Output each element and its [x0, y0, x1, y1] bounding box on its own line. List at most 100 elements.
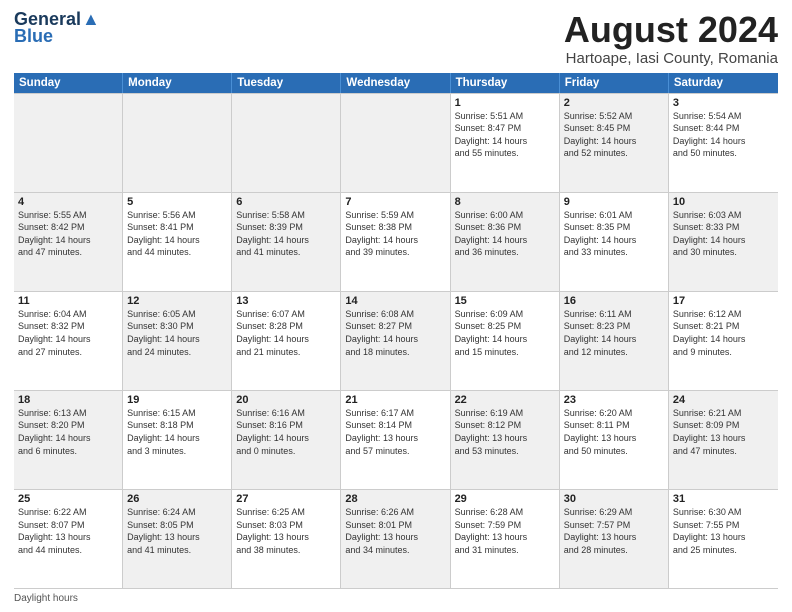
day-number: 25 [18, 493, 118, 505]
day-info: Sunrise: 5:55 AM Sunset: 8:42 PM Dayligh… [18, 209, 118, 259]
day-of-week-wednesday: Wednesday [341, 73, 450, 93]
day-info: Sunrise: 6:05 AM Sunset: 8:30 PM Dayligh… [127, 308, 227, 358]
day-number: 9 [564, 196, 664, 208]
cal-cell-16: 16Sunrise: 6:11 AM Sunset: 8:23 PM Dayli… [560, 292, 669, 390]
day-info: Sunrise: 5:56 AM Sunset: 8:41 PM Dayligh… [127, 209, 227, 259]
day-number: 4 [18, 196, 118, 208]
day-number: 20 [236, 394, 336, 406]
day-info: Sunrise: 6:13 AM Sunset: 8:20 PM Dayligh… [18, 407, 118, 457]
cal-cell-24: 24Sunrise: 6:21 AM Sunset: 8:09 PM Dayli… [669, 391, 778, 489]
day-number: 1 [455, 97, 555, 109]
cal-cell-19: 19Sunrise: 6:15 AM Sunset: 8:18 PM Dayli… [123, 391, 232, 489]
cal-cell-28: 28Sunrise: 6:26 AM Sunset: 8:01 PM Dayli… [341, 490, 450, 588]
day-info: Sunrise: 6:24 AM Sunset: 8:05 PM Dayligh… [127, 506, 227, 556]
day-info: Sunrise: 6:19 AM Sunset: 8:12 PM Dayligh… [455, 407, 555, 457]
cal-cell-empty-1 [123, 94, 232, 192]
day-number: 18 [18, 394, 118, 406]
calendar: SundayMondayTuesdayWednesdayThursdayFrid… [14, 73, 778, 589]
cal-cell-11: 11Sunrise: 6:04 AM Sunset: 8:32 PM Dayli… [14, 292, 123, 390]
day-of-week-saturday: Saturday [669, 73, 778, 93]
cal-cell-7: 7Sunrise: 5:59 AM Sunset: 8:38 PM Daylig… [341, 193, 450, 291]
day-number: 24 [673, 394, 774, 406]
day-info: Sunrise: 6:00 AM Sunset: 8:36 PM Dayligh… [455, 209, 555, 259]
cal-cell-23: 23Sunrise: 6:20 AM Sunset: 8:11 PM Dayli… [560, 391, 669, 489]
day-info: Sunrise: 6:11 AM Sunset: 8:23 PM Dayligh… [564, 308, 664, 358]
day-info: Sunrise: 6:12 AM Sunset: 8:21 PM Dayligh… [673, 308, 774, 358]
day-number: 16 [564, 295, 664, 307]
cal-cell-29: 29Sunrise: 6:28 AM Sunset: 7:59 PM Dayli… [451, 490, 560, 588]
day-info: Sunrise: 6:03 AM Sunset: 8:33 PM Dayligh… [673, 209, 774, 259]
cal-cell-empty-2 [232, 94, 341, 192]
day-info: Sunrise: 6:17 AM Sunset: 8:14 PM Dayligh… [345, 407, 445, 457]
day-number: 14 [345, 295, 445, 307]
day-number: 12 [127, 295, 227, 307]
day-of-week-sunday: Sunday [14, 73, 123, 93]
day-number: 3 [673, 97, 774, 109]
day-info: Sunrise: 5:51 AM Sunset: 8:47 PM Dayligh… [455, 110, 555, 160]
cal-cell-30: 30Sunrise: 6:29 AM Sunset: 7:57 PM Dayli… [560, 490, 669, 588]
week-row-3: 11Sunrise: 6:04 AM Sunset: 8:32 PM Dayli… [14, 292, 778, 391]
day-number: 21 [345, 394, 445, 406]
day-info: Sunrise: 5:52 AM Sunset: 8:45 PM Dayligh… [564, 110, 664, 160]
day-number: 10 [673, 196, 774, 208]
footer-note: Daylight hours [14, 593, 778, 604]
day-of-week-thursday: Thursday [451, 73, 560, 93]
cal-cell-13: 13Sunrise: 6:07 AM Sunset: 8:28 PM Dayli… [232, 292, 341, 390]
day-info: Sunrise: 6:04 AM Sunset: 8:32 PM Dayligh… [18, 308, 118, 358]
day-info: Sunrise: 6:25 AM Sunset: 8:03 PM Dayligh… [236, 506, 336, 556]
logo: General▲ Blue [14, 10, 100, 47]
day-number: 31 [673, 493, 774, 505]
logo-blue: Blue [14, 26, 53, 47]
day-of-week-tuesday: Tuesday [232, 73, 341, 93]
week-row-2: 4Sunrise: 5:55 AM Sunset: 8:42 PM Daylig… [14, 193, 778, 292]
day-info: Sunrise: 6:28 AM Sunset: 7:59 PM Dayligh… [455, 506, 555, 556]
subtitle: Hartoape, Iasi County, Romania [564, 50, 778, 67]
cal-cell-20: 20Sunrise: 6:16 AM Sunset: 8:16 PM Dayli… [232, 391, 341, 489]
cal-cell-17: 17Sunrise: 6:12 AM Sunset: 8:21 PM Dayli… [669, 292, 778, 390]
day-number: 7 [345, 196, 445, 208]
cal-cell-empty-3 [341, 94, 450, 192]
day-number: 19 [127, 394, 227, 406]
day-number: 27 [236, 493, 336, 505]
day-number: 13 [236, 295, 336, 307]
cal-cell-12: 12Sunrise: 6:05 AM Sunset: 8:30 PM Dayli… [123, 292, 232, 390]
day-info: Sunrise: 6:22 AM Sunset: 8:07 PM Dayligh… [18, 506, 118, 556]
week-row-5: 25Sunrise: 6:22 AM Sunset: 8:07 PM Dayli… [14, 490, 778, 589]
day-info: Sunrise: 6:26 AM Sunset: 8:01 PM Dayligh… [345, 506, 445, 556]
cal-cell-22: 22Sunrise: 6:19 AM Sunset: 8:12 PM Dayli… [451, 391, 560, 489]
cal-cell-31: 31Sunrise: 6:30 AM Sunset: 7:55 PM Dayli… [669, 490, 778, 588]
cal-cell-9: 9Sunrise: 6:01 AM Sunset: 8:35 PM Daylig… [560, 193, 669, 291]
day-number: 23 [564, 394, 664, 406]
cal-cell-15: 15Sunrise: 6:09 AM Sunset: 8:25 PM Dayli… [451, 292, 560, 390]
day-info: Sunrise: 6:21 AM Sunset: 8:09 PM Dayligh… [673, 407, 774, 457]
day-info: Sunrise: 5:54 AM Sunset: 8:44 PM Dayligh… [673, 110, 774, 160]
day-info: Sunrise: 6:30 AM Sunset: 7:55 PM Dayligh… [673, 506, 774, 556]
cal-cell-21: 21Sunrise: 6:17 AM Sunset: 8:14 PM Dayli… [341, 391, 450, 489]
day-info: Sunrise: 5:58 AM Sunset: 8:39 PM Dayligh… [236, 209, 336, 259]
day-info: Sunrise: 6:15 AM Sunset: 8:18 PM Dayligh… [127, 407, 227, 457]
cal-cell-1: 1Sunrise: 5:51 AM Sunset: 8:47 PM Daylig… [451, 94, 560, 192]
calendar-header: SundayMondayTuesdayWednesdayThursdayFrid… [14, 73, 778, 93]
header: General▲ Blue August 2024 Hartoape, Iasi… [14, 10, 778, 67]
day-info: Sunrise: 5:59 AM Sunset: 8:38 PM Dayligh… [345, 209, 445, 259]
day-number: 22 [455, 394, 555, 406]
day-info: Sunrise: 6:29 AM Sunset: 7:57 PM Dayligh… [564, 506, 664, 556]
cal-cell-3: 3Sunrise: 5:54 AM Sunset: 8:44 PM Daylig… [669, 94, 778, 192]
day-info: Sunrise: 6:09 AM Sunset: 8:25 PM Dayligh… [455, 308, 555, 358]
day-number: 6 [236, 196, 336, 208]
day-number: 30 [564, 493, 664, 505]
page: General▲ Blue August 2024 Hartoape, Iasi… [0, 0, 792, 612]
day-info: Sunrise: 6:08 AM Sunset: 8:27 PM Dayligh… [345, 308, 445, 358]
cal-cell-empty-0 [14, 94, 123, 192]
day-info: Sunrise: 6:07 AM Sunset: 8:28 PM Dayligh… [236, 308, 336, 358]
day-info: Sunrise: 6:20 AM Sunset: 8:11 PM Dayligh… [564, 407, 664, 457]
day-number: 17 [673, 295, 774, 307]
day-number: 26 [127, 493, 227, 505]
day-number: 11 [18, 295, 118, 307]
cal-cell-14: 14Sunrise: 6:08 AM Sunset: 8:27 PM Dayli… [341, 292, 450, 390]
day-info: Sunrise: 6:01 AM Sunset: 8:35 PM Dayligh… [564, 209, 664, 259]
day-number: 15 [455, 295, 555, 307]
cal-cell-8: 8Sunrise: 6:00 AM Sunset: 8:36 PM Daylig… [451, 193, 560, 291]
cal-cell-5: 5Sunrise: 5:56 AM Sunset: 8:41 PM Daylig… [123, 193, 232, 291]
cal-cell-18: 18Sunrise: 6:13 AM Sunset: 8:20 PM Dayli… [14, 391, 123, 489]
